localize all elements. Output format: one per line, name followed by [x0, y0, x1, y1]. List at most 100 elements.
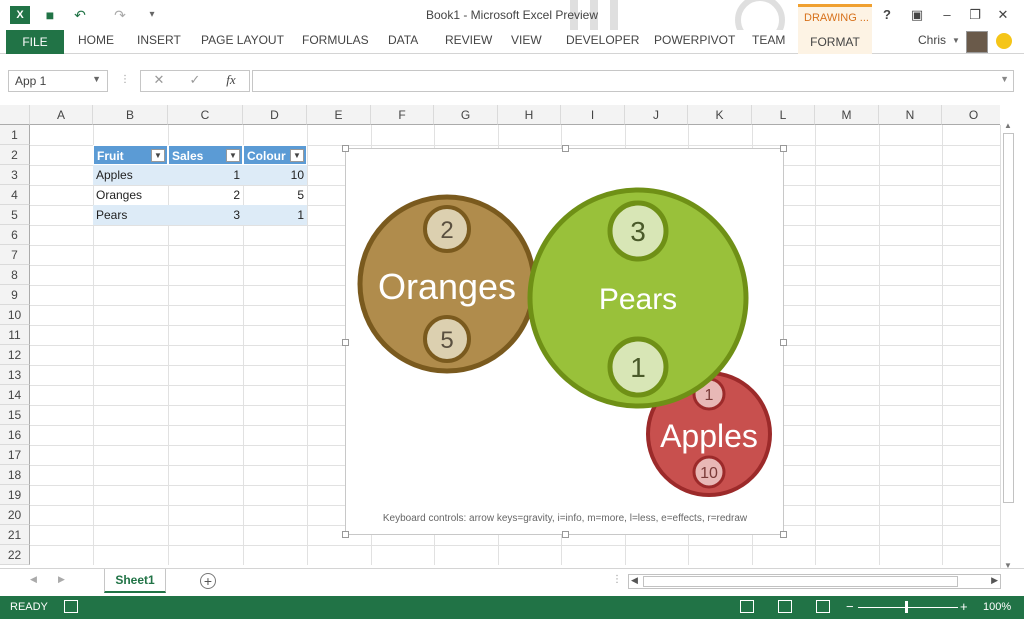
add-sheet-icon[interactable]: +: [200, 573, 216, 589]
close-icon[interactable]: ✕: [992, 5, 1014, 25]
tab-powerpivot[interactable]: POWERPIVOT: [654, 33, 735, 47]
row-header-17[interactable]: 17: [0, 445, 30, 465]
filter-dropdown-icon[interactable]: ▼: [226, 149, 240, 162]
formula-input[interactable]: ▼: [252, 70, 1014, 92]
tab-view[interactable]: VIEW: [511, 33, 542, 47]
bubble-pears[interactable]: Pears 3 1: [527, 187, 749, 409]
row-header-5[interactable]: 5: [0, 205, 30, 225]
name-box[interactable]: App 1 ▼: [8, 70, 108, 92]
row-header-10[interactable]: 10: [0, 305, 30, 325]
col-header-g[interactable]: G: [434, 105, 498, 125]
row-header-9[interactable]: 9: [0, 285, 30, 305]
resize-handle[interactable]: [780, 531, 787, 538]
col-header-f[interactable]: F: [371, 105, 434, 125]
table-cell[interactable]: 1: [168, 165, 243, 185]
col-header-o[interactable]: O: [942, 105, 1000, 125]
select-all-corner[interactable]: [0, 105, 30, 125]
resize-handle[interactable]: [342, 145, 349, 152]
resize-handle[interactable]: [342, 339, 349, 346]
resize-handle[interactable]: [342, 531, 349, 538]
zoom-level[interactable]: 100%: [983, 601, 1011, 613]
table-cell[interactable]: 10: [243, 165, 307, 185]
col-header-e[interactable]: E: [307, 105, 371, 125]
scroll-up-icon[interactable]: ▲: [1004, 121, 1012, 130]
horizontal-scroll-thumb[interactable]: [643, 576, 958, 587]
tab-formulas[interactable]: FORMULAS: [302, 33, 369, 47]
col-header-n[interactable]: N: [879, 105, 942, 125]
horizontal-scrollbar[interactable]: ◀ ▶: [628, 574, 1001, 589]
tab-team[interactable]: TEAM: [752, 33, 785, 47]
page-break-view-icon[interactable]: [816, 600, 830, 613]
tab-insert[interactable]: INSERT: [137, 33, 181, 47]
tab-developer[interactable]: DEVELOPER: [566, 33, 639, 47]
normal-view-icon[interactable]: [740, 600, 754, 613]
ribbon-display-icon[interactable]: ▣: [906, 5, 928, 25]
table-cell[interactable]: Oranges: [93, 185, 168, 205]
bubble-app-object[interactable]: Oranges 2 5 Apples 1 10 Pears 3 1 Keyboa…: [342, 145, 787, 538]
row-header-7[interactable]: 7: [0, 245, 30, 265]
table-cell[interactable]: Pears: [93, 205, 168, 225]
table-cell[interactable]: 1: [243, 205, 307, 225]
tab-format[interactable]: FORMAT: [798, 30, 872, 54]
tab-sheet1[interactable]: Sheet1: [104, 569, 166, 593]
filter-dropdown-icon[interactable]: ▼: [290, 149, 304, 162]
scroll-right-icon[interactable]: ▶: [991, 575, 998, 586]
zoom-out-button[interactable]: −: [846, 599, 854, 614]
avatar[interactable]: [966, 31, 988, 53]
col-header-a[interactable]: A: [30, 105, 93, 125]
row-header-11[interactable]: 11: [0, 325, 30, 345]
expand-formula-bar-icon[interactable]: ▼: [1000, 74, 1009, 84]
row-header-4[interactable]: 4: [0, 185, 30, 205]
scroll-left-icon[interactable]: ◀: [631, 575, 638, 586]
resize-handle[interactable]: [780, 339, 787, 346]
minimize-icon[interactable]: –: [936, 5, 958, 25]
row-header-16[interactable]: 16: [0, 425, 30, 445]
row-header-15[interactable]: 15: [0, 405, 30, 425]
row-header-19[interactable]: 19: [0, 485, 30, 505]
col-header-m[interactable]: M: [815, 105, 879, 125]
user-name[interactable]: Chris: [918, 33, 946, 47]
feedback-smiley-icon[interactable]: [996, 33, 1012, 49]
restore-icon[interactable]: ❐: [964, 5, 986, 25]
row-header-12[interactable]: 12: [0, 345, 30, 365]
table-header-fruit[interactable]: Fruit ▼: [93, 145, 168, 165]
col-header-l[interactable]: L: [752, 105, 815, 125]
macro-record-icon[interactable]: [64, 600, 78, 613]
col-header-i[interactable]: I: [561, 105, 625, 125]
resize-handle[interactable]: [562, 531, 569, 538]
row-header-22[interactable]: 22: [0, 545, 30, 565]
table-header-sales[interactable]: Sales ▼: [168, 145, 243, 165]
tab-data[interactable]: DATA: [388, 33, 418, 47]
cancel-icon[interactable]: ✕: [148, 72, 170, 90]
enter-icon[interactable]: ✓: [184, 72, 206, 90]
resize-handle[interactable]: [780, 145, 787, 152]
table-cell[interactable]: 5: [243, 185, 307, 205]
zoom-slider-knob[interactable]: [905, 601, 908, 613]
sheet-scroll-left-icon[interactable]: ◀: [30, 574, 37, 585]
tab-review[interactable]: REVIEW: [445, 33, 492, 47]
zoom-slider[interactable]: [858, 607, 958, 608]
sheet-scroll-right-icon[interactable]: ▶: [58, 574, 65, 585]
row-header-18[interactable]: 18: [0, 465, 30, 485]
row-header-1[interactable]: 1: [0, 125, 30, 145]
row-header-14[interactable]: 14: [0, 385, 30, 405]
tab-file[interactable]: FILE: [6, 30, 64, 54]
tab-home[interactable]: HOME: [78, 33, 114, 47]
row-header-2[interactable]: 2: [0, 145, 30, 165]
insert-function-icon[interactable]: fx: [220, 72, 242, 90]
vertical-scroll-thumb[interactable]: [1003, 133, 1014, 503]
row-header-13[interactable]: 13: [0, 365, 30, 385]
name-box-dropdown-icon[interactable]: ▼: [92, 74, 101, 84]
col-header-k[interactable]: K: [688, 105, 752, 125]
resize-handle[interactable]: [562, 145, 569, 152]
user-menu-arrow-icon[interactable]: ▼: [952, 36, 960, 45]
table-header-colour[interactable]: Colour ▼: [243, 145, 307, 165]
vertical-scrollbar[interactable]: ▲ ▼: [1000, 121, 1016, 570]
row-header-3[interactable]: 3: [0, 165, 30, 185]
tab-split-grip-icon[interactable]: ⋮: [612, 574, 622, 585]
row-header-20[interactable]: 20: [0, 505, 30, 525]
bubble-canvas[interactable]: Oranges 2 5 Apples 1 10 Pears 3 1 Keyboa…: [346, 149, 785, 536]
bubble-oranges[interactable]: Oranges 2 5: [357, 194, 537, 374]
col-header-h[interactable]: H: [498, 105, 561, 125]
col-header-d[interactable]: D: [243, 105, 307, 125]
